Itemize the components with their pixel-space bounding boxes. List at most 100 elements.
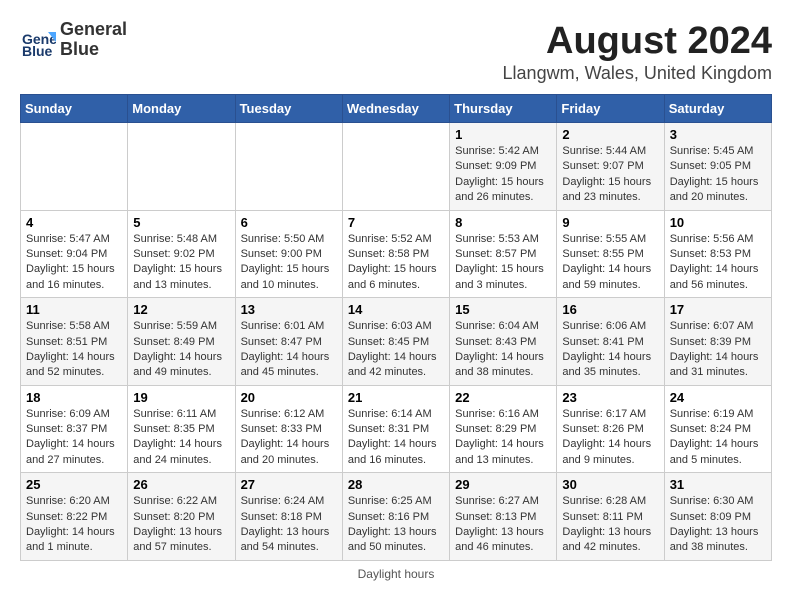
day-cell	[21, 123, 128, 211]
day-info: Sunrise: 5:52 AM Sunset: 8:58 PM Dayligh…	[348, 232, 444, 294]
day-number: 6	[241, 215, 337, 230]
day-cell: 16 Sunrise: 6:06 AM Sunset: 8:41 PM Dayli…	[557, 298, 664, 386]
day-number: 21	[348, 390, 444, 405]
page-title: August 2024	[503, 20, 772, 63]
day-info: Sunrise: 6:28 AM Sunset: 8:11 PM Dayligh…	[562, 494, 658, 556]
day-number: 18	[26, 390, 122, 405]
day-cell: 2 Sunrise: 5:44 AM Sunset: 9:07 PM Daylig…	[557, 123, 664, 211]
week-row-1: 1 Sunrise: 5:42 AM Sunset: 9:09 PM Daylig…	[21, 123, 772, 211]
day-info: Sunrise: 6:16 AM Sunset: 8:29 PM Dayligh…	[455, 407, 551, 469]
footer-text: Daylight hours	[358, 567, 435, 581]
logo-icon: General Blue	[20, 22, 56, 58]
week-row-5: 25Sunrise: 6:20 AM Sunset: 8:22 PM Dayli…	[21, 473, 772, 561]
day-info: Sunrise: 5:58 AM Sunset: 8:51 PM Dayligh…	[26, 319, 122, 381]
day-cell: 28Sunrise: 6:25 AM Sunset: 8:16 PM Dayli…	[342, 473, 449, 561]
day-info: Sunrise: 6:27 AM Sunset: 8:13 PM Dayligh…	[455, 494, 551, 556]
day-info: Sunrise: 5:44 AM Sunset: 9:07 PM Dayligh…	[562, 144, 658, 206]
day-cell: 27 Sunrise: 6:24 AM Sunset: 8:18 PM Dayli…	[235, 473, 342, 561]
calendar-header-row: SundayMondayTuesdayWednesdayThursdayFrid…	[21, 95, 772, 123]
col-header-monday: Monday	[128, 95, 235, 123]
week-row-2: 4Sunrise: 5:47 AM Sunset: 9:04 PM Daylig…	[21, 210, 772, 298]
day-number: 5	[133, 215, 229, 230]
footer: Daylight hours	[20, 567, 772, 581]
day-cell	[342, 123, 449, 211]
day-number: 29	[455, 477, 551, 492]
day-number: 2	[562, 127, 658, 142]
day-number: 8	[455, 215, 551, 230]
day-info: Sunrise: 5:53 AM Sunset: 8:57 PM Dayligh…	[455, 232, 551, 294]
day-info: Sunrise: 5:59 AM Sunset: 8:49 PM Dayligh…	[133, 319, 229, 381]
day-number: 9	[562, 215, 658, 230]
logo: General Blue General Blue	[20, 20, 127, 60]
col-header-friday: Friday	[557, 95, 664, 123]
day-number: 26	[133, 477, 229, 492]
col-header-tuesday: Tuesday	[235, 95, 342, 123]
page-header: General Blue General Blue August 2024 Ll…	[20, 20, 772, 84]
day-cell: 6 Sunrise: 5:50 AM Sunset: 9:00 PM Daylig…	[235, 210, 342, 298]
day-number: 1	[455, 127, 551, 142]
day-number: 16	[562, 302, 658, 317]
day-info: Sunrise: 5:45 AM Sunset: 9:05 PM Dayligh…	[670, 144, 766, 206]
col-header-wednesday: Wednesday	[342, 95, 449, 123]
day-info: Sunrise: 6:19 AM Sunset: 8:24 PM Dayligh…	[670, 407, 766, 469]
day-cell: 30 Sunrise: 6:28 AM Sunset: 8:11 PM Dayli…	[557, 473, 664, 561]
day-cell: 21 Sunrise: 6:14 AM Sunset: 8:31 PM Dayli…	[342, 385, 449, 473]
day-cell: 10 Sunrise: 5:56 AM Sunset: 8:53 PM Dayli…	[664, 210, 771, 298]
col-header-saturday: Saturday	[664, 95, 771, 123]
day-cell	[235, 123, 342, 211]
col-header-thursday: Thursday	[450, 95, 557, 123]
day-cell: 29 Sunrise: 6:27 AM Sunset: 8:13 PM Dayli…	[450, 473, 557, 561]
day-cell: 1 Sunrise: 5:42 AM Sunset: 9:09 PM Daylig…	[450, 123, 557, 211]
day-number: 3	[670, 127, 766, 142]
day-number: 7	[348, 215, 444, 230]
svg-text:Blue: Blue	[22, 43, 53, 58]
day-info: Sunrise: 6:22 AM Sunset: 8:20 PM Dayligh…	[133, 494, 229, 556]
day-number: 20	[241, 390, 337, 405]
week-row-3: 11 Sunrise: 5:58 AM Sunset: 8:51 PM Dayli…	[21, 298, 772, 386]
day-info: Sunrise: 6:30 AM Sunset: 8:09 PM Dayligh…	[670, 494, 766, 556]
day-cell: 18 Sunrise: 6:09 AM Sunset: 8:37 PM Dayli…	[21, 385, 128, 473]
day-info: Sunrise: 6:03 AM Sunset: 8:45 PM Dayligh…	[348, 319, 444, 381]
day-number: 22	[455, 390, 551, 405]
day-cell	[128, 123, 235, 211]
day-info: Sunrise: 6:25 AM Sunset: 8:16 PM Dayligh…	[348, 494, 444, 556]
day-info: Sunrise: 5:48 AM Sunset: 9:02 PM Dayligh…	[133, 232, 229, 294]
day-cell: 20 Sunrise: 6:12 AM Sunset: 8:33 PM Dayli…	[235, 385, 342, 473]
day-cell: 19 Sunrise: 6:11 AM Sunset: 8:35 PM Dayli…	[128, 385, 235, 473]
day-number: 11	[26, 302, 122, 317]
day-cell: 3 Sunrise: 5:45 AM Sunset: 9:05 PM Daylig…	[664, 123, 771, 211]
day-info: Sunrise: 5:50 AM Sunset: 9:00 PM Dayligh…	[241, 232, 337, 294]
day-cell: 23Sunrise: 6:17 AM Sunset: 8:26 PM Dayli…	[557, 385, 664, 473]
day-number: 19	[133, 390, 229, 405]
day-number: 10	[670, 215, 766, 230]
day-info: Sunrise: 6:06 AM Sunset: 8:41 PM Dayligh…	[562, 319, 658, 381]
day-cell: 22 Sunrise: 6:16 AM Sunset: 8:29 PM Dayli…	[450, 385, 557, 473]
day-cell: 13Sunrise: 6:01 AM Sunset: 8:47 PM Dayli…	[235, 298, 342, 386]
day-info: Sunrise: 6:04 AM Sunset: 8:43 PM Dayligh…	[455, 319, 551, 381]
day-info: Sunrise: 6:09 AM Sunset: 8:37 PM Dayligh…	[26, 407, 122, 469]
day-cell: 8 Sunrise: 5:53 AM Sunset: 8:57 PM Daylig…	[450, 210, 557, 298]
day-number: 30	[562, 477, 658, 492]
day-cell: 24 Sunrise: 6:19 AM Sunset: 8:24 PM Dayli…	[664, 385, 771, 473]
day-info: Sunrise: 5:56 AM Sunset: 8:53 PM Dayligh…	[670, 232, 766, 294]
day-info: Sunrise: 6:07 AM Sunset: 8:39 PM Dayligh…	[670, 319, 766, 381]
day-info: Sunrise: 6:12 AM Sunset: 8:33 PM Dayligh…	[241, 407, 337, 469]
day-info: Sunrise: 6:17 AM Sunset: 8:26 PM Dayligh…	[562, 407, 658, 469]
day-number: 12	[133, 302, 229, 317]
day-cell: 25Sunrise: 6:20 AM Sunset: 8:22 PM Dayli…	[21, 473, 128, 561]
day-info: Sunrise: 6:01 AM Sunset: 8:47 PM Dayligh…	[241, 319, 337, 381]
day-number: 24	[670, 390, 766, 405]
day-cell: 7 Sunrise: 5:52 AM Sunset: 8:58 PM Daylig…	[342, 210, 449, 298]
day-number: 4	[26, 215, 122, 230]
day-info: Sunrise: 6:24 AM Sunset: 8:18 PM Dayligh…	[241, 494, 337, 556]
day-info: Sunrise: 6:14 AM Sunset: 8:31 PM Dayligh…	[348, 407, 444, 469]
day-info: Sunrise: 6:11 AM Sunset: 8:35 PM Dayligh…	[133, 407, 229, 469]
day-number: 15	[455, 302, 551, 317]
title-block: August 2024 Llangwm, Wales, United Kingd…	[503, 20, 772, 84]
day-info: Sunrise: 5:42 AM Sunset: 9:09 PM Dayligh…	[455, 144, 551, 206]
day-number: 14	[348, 302, 444, 317]
day-cell: 17Sunrise: 6:07 AM Sunset: 8:39 PM Dayli…	[664, 298, 771, 386]
day-info: Sunrise: 5:55 AM Sunset: 8:55 PM Dayligh…	[562, 232, 658, 294]
day-cell: 5 Sunrise: 5:48 AM Sunset: 9:02 PM Daylig…	[128, 210, 235, 298]
day-number: 27	[241, 477, 337, 492]
